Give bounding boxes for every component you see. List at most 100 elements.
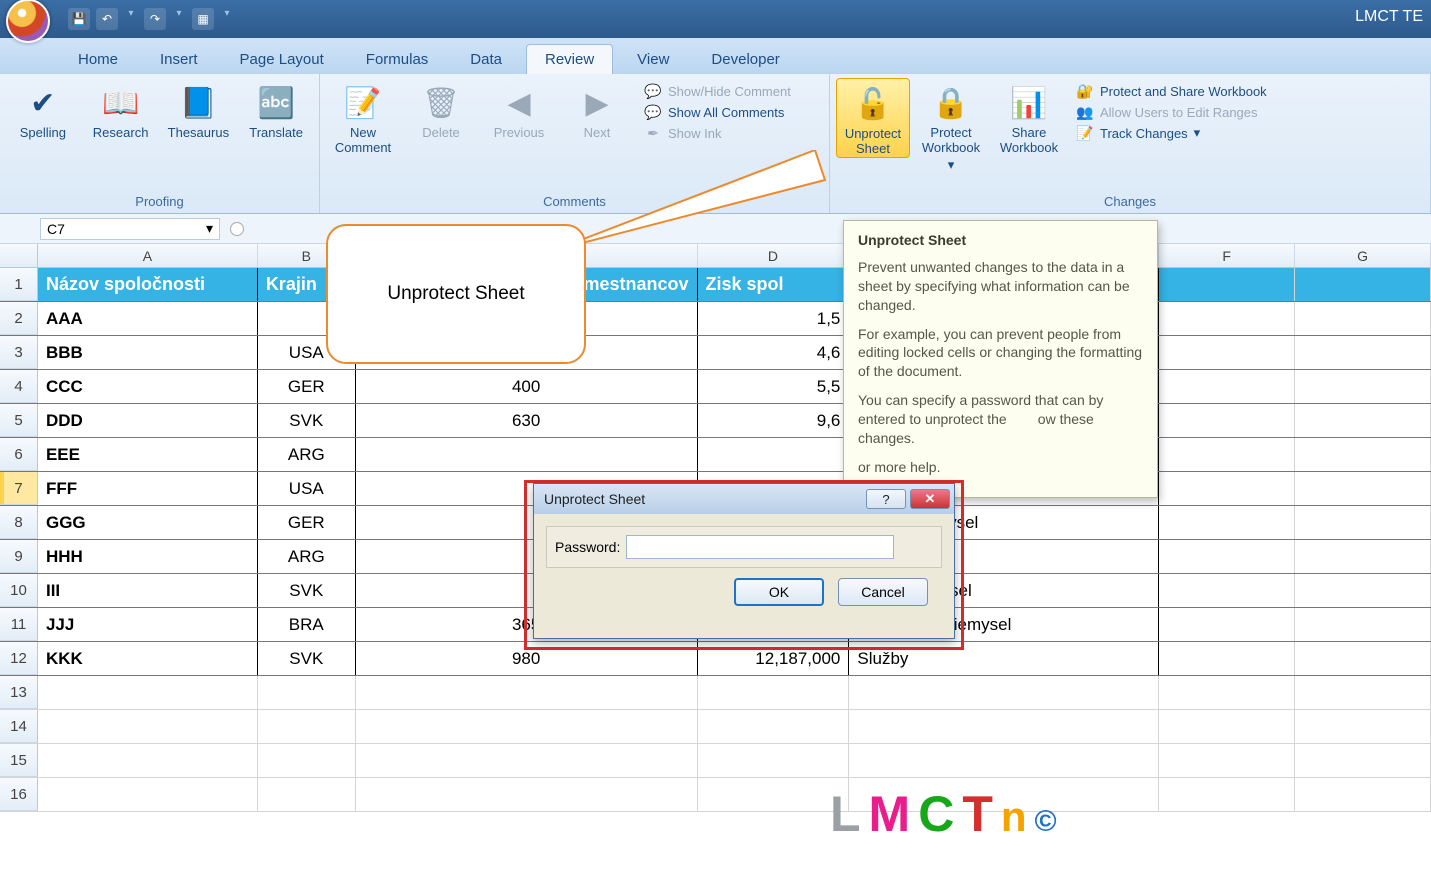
thesaurus-button[interactable]: 📘Thesaurus bbox=[162, 78, 236, 141]
cell[interactable] bbox=[849, 710, 1159, 743]
cell[interactable] bbox=[1295, 540, 1431, 573]
research-button[interactable]: 📖Research bbox=[84, 78, 158, 141]
cell[interactable]: 9,6 bbox=[698, 404, 850, 437]
cell[interactable]: ARG bbox=[258, 540, 356, 573]
cell[interactable] bbox=[356, 676, 698, 709]
cell[interactable] bbox=[1159, 336, 1295, 369]
cell[interactable]: Názov spoločnosti bbox=[38, 268, 258, 301]
cell[interactable]: GGG bbox=[38, 506, 258, 539]
row-header[interactable]: 11 bbox=[0, 608, 38, 641]
cell[interactable]: 1,5 bbox=[698, 302, 850, 335]
cell[interactable]: USA bbox=[258, 472, 356, 505]
cell[interactable] bbox=[1295, 336, 1431, 369]
cell[interactable] bbox=[258, 676, 356, 709]
cell[interactable] bbox=[1295, 778, 1431, 811]
cell[interactable]: GER bbox=[258, 506, 356, 539]
cell[interactable] bbox=[1159, 302, 1295, 335]
cell[interactable] bbox=[258, 710, 356, 743]
cell[interactable] bbox=[1159, 506, 1295, 539]
cell[interactable] bbox=[698, 710, 850, 743]
cell[interactable] bbox=[1295, 302, 1431, 335]
dialog-titlebar[interactable]: Unprotect Sheet ? ✕ bbox=[534, 484, 954, 514]
qat-save-icon[interactable]: 💾 bbox=[68, 8, 90, 30]
row-header[interactable]: 10 bbox=[0, 574, 38, 607]
new-comment-button[interactable]: 📝New Comment bbox=[326, 78, 400, 156]
cell[interactable] bbox=[1295, 676, 1431, 709]
row-header[interactable]: 16 bbox=[0, 778, 38, 811]
cell[interactable] bbox=[1295, 710, 1431, 743]
cell[interactable] bbox=[1159, 608, 1295, 641]
unprotect-sheet-button[interactable]: 🔓Unprotect Sheet bbox=[836, 78, 910, 158]
cell[interactable] bbox=[356, 778, 698, 811]
tab-insert[interactable]: Insert bbox=[142, 45, 216, 74]
office-button[interactable] bbox=[6, 0, 50, 43]
cell[interactable]: III bbox=[38, 574, 258, 607]
cell[interactable]: Zisk spol bbox=[698, 268, 850, 301]
cell[interactable] bbox=[849, 744, 1159, 777]
cell[interactable]: FFF bbox=[38, 472, 258, 505]
cell[interactable]: SVK bbox=[258, 574, 356, 607]
cell[interactable] bbox=[698, 778, 850, 811]
spelling-button[interactable]: ✔Spelling bbox=[6, 78, 80, 141]
cell[interactable]: AAA bbox=[38, 302, 258, 335]
help-button[interactable]: ? bbox=[866, 489, 906, 509]
row-header[interactable]: 5 bbox=[0, 404, 38, 437]
cell[interactable] bbox=[1159, 404, 1295, 437]
cell[interactable] bbox=[258, 778, 356, 811]
tab-view[interactable]: View bbox=[619, 45, 687, 74]
show-all-comments-button[interactable]: 💬Show All Comments bbox=[644, 103, 791, 121]
cell[interactable] bbox=[1159, 370, 1295, 403]
cell[interactable] bbox=[698, 676, 850, 709]
cell[interactable] bbox=[356, 438, 698, 471]
tab-data[interactable]: Data bbox=[452, 45, 520, 74]
track-changes-button[interactable]: 📝Track Changes ▾ bbox=[1076, 124, 1267, 142]
cell[interactable] bbox=[849, 676, 1159, 709]
cell[interactable]: KKK bbox=[38, 642, 258, 675]
select-all-corner[interactable] bbox=[0, 244, 38, 267]
cell[interactable] bbox=[1295, 744, 1431, 777]
row-header[interactable]: 7 bbox=[0, 472, 38, 505]
cell[interactable]: HHH bbox=[38, 540, 258, 573]
cell[interactable] bbox=[38, 676, 258, 709]
cell[interactable] bbox=[1159, 574, 1295, 607]
cell[interactable] bbox=[1295, 642, 1431, 675]
row-header[interactable]: 14 bbox=[0, 710, 38, 743]
cell[interactable] bbox=[1159, 438, 1295, 471]
cell[interactable]: BBB bbox=[38, 336, 258, 369]
cell[interactable] bbox=[1295, 472, 1431, 505]
translate-button[interactable]: 🔤Translate bbox=[239, 78, 313, 141]
qat-custom-icon[interactable]: ▦ bbox=[192, 8, 214, 30]
col-G[interactable]: G bbox=[1295, 244, 1431, 267]
cell[interactable] bbox=[1159, 472, 1295, 505]
cell[interactable] bbox=[38, 710, 258, 743]
cell[interactable]: ARG bbox=[258, 438, 356, 471]
cell[interactable] bbox=[1159, 642, 1295, 675]
cell[interactable]: DDD bbox=[38, 404, 258, 437]
close-button[interactable]: ✕ bbox=[910, 489, 950, 509]
chevron-down-icon[interactable]: ▾ bbox=[206, 220, 213, 237]
row-header[interactable]: 12 bbox=[0, 642, 38, 675]
cell[interactable] bbox=[698, 438, 850, 471]
cell[interactable]: CCC bbox=[38, 370, 258, 403]
cell[interactable] bbox=[356, 744, 698, 777]
cell[interactable]: EEE bbox=[38, 438, 258, 471]
cell[interactable] bbox=[1159, 676, 1295, 709]
tab-formulas[interactable]: Formulas bbox=[348, 45, 447, 74]
cell[interactable]: JJJ bbox=[38, 608, 258, 641]
cell[interactable]: 630 bbox=[356, 404, 698, 437]
cell[interactable] bbox=[1295, 574, 1431, 607]
row-header[interactable]: 9 bbox=[0, 540, 38, 573]
cancel-button[interactable]: Cancel bbox=[838, 578, 928, 606]
cell[interactable] bbox=[38, 744, 258, 777]
protect-workbook-button[interactable]: 🔒Protect Workbook▾ bbox=[914, 78, 988, 173]
qat-redo-menu-icon[interactable]: ▾ bbox=[172, 8, 186, 30]
tab-page-layout[interactable]: Page Layout bbox=[222, 45, 342, 74]
row-header[interactable]: 2 bbox=[0, 302, 38, 335]
cell[interactable]: 400 bbox=[356, 370, 698, 403]
tab-home[interactable]: Home bbox=[60, 45, 136, 74]
cell[interactable] bbox=[698, 744, 850, 777]
fx-button[interactable] bbox=[230, 222, 244, 236]
row-header[interactable]: 6 bbox=[0, 438, 38, 471]
cell[interactable]: 5,5 bbox=[698, 370, 850, 403]
cell[interactable] bbox=[38, 778, 258, 811]
